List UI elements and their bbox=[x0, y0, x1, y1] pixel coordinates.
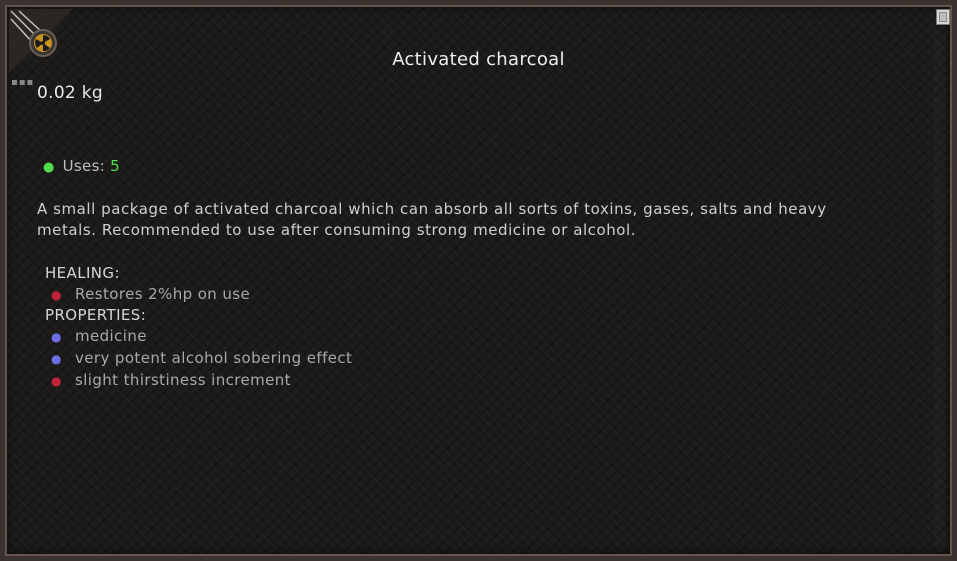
item-tooltip-window: ▪▪▪ Activated charcoal 0.02 kg ● Uses: 5 … bbox=[0, 0, 957, 561]
item-title: Activated charcoal bbox=[392, 49, 565, 70]
stat-text: medicine bbox=[75, 327, 147, 346]
section-properties-label: PROPERTIES: bbox=[45, 306, 147, 325]
stat-text: very potent alcohol sobering effect bbox=[75, 348, 353, 367]
list-item: ● very potent alcohol sobering effect bbox=[45, 348, 352, 370]
edge-grip-icon: ▪▪▪ bbox=[11, 77, 35, 88]
item-description: A small package of activated charcoal wh… bbox=[37, 200, 827, 239]
bullet-red-icon: ● bbox=[51, 287, 62, 302]
bullet-blue-icon: ● bbox=[51, 351, 62, 366]
close-icon[interactable] bbox=[936, 9, 950, 25]
item-weight: 0.02 kg bbox=[37, 83, 103, 103]
item-uses: ● Uses: 5 bbox=[43, 157, 120, 175]
stat-text: Restores 2%hp on use bbox=[75, 284, 251, 303]
uses-bullet-icon: ● bbox=[43, 160, 55, 175]
item-stats: HEALING: ● Restores 2%hp on use PROPERTIE… bbox=[45, 263, 352, 391]
bullet-red-icon: ● bbox=[51, 373, 62, 388]
list-item: ● Restores 2%hp on use bbox=[45, 284, 352, 306]
section-healing-label: HEALING: bbox=[45, 264, 120, 282]
list-item: ● medicine bbox=[45, 326, 352, 348]
bullet-blue-icon: ● bbox=[51, 330, 62, 345]
uses-value: 5 bbox=[110, 157, 120, 175]
stat-text: slight thirstiness increment bbox=[75, 370, 291, 389]
scrollbar[interactable] bbox=[934, 31, 946, 546]
list-item: ● slight thirstiness increment bbox=[45, 370, 352, 392]
uses-label: Uses: bbox=[62, 157, 106, 175]
